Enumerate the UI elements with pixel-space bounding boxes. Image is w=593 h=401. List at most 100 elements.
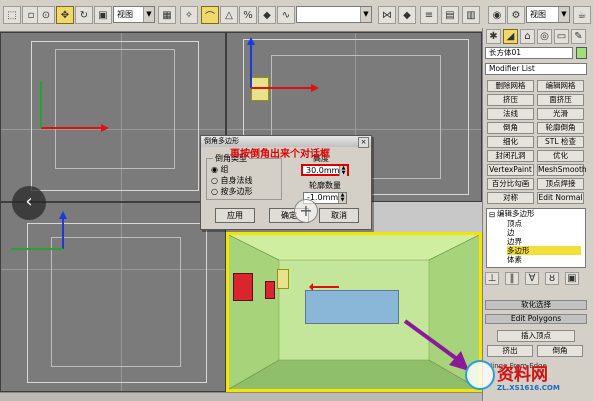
select-region-icon[interactable]: ⬚ bbox=[3, 6, 21, 24]
make-unique-icon[interactable]: ∀ bbox=[525, 272, 539, 285]
modifier-button[interactable]: STL 检查 bbox=[537, 136, 584, 148]
extrude-button[interactable]: 挤出 bbox=[487, 345, 533, 357]
transform-gizmo[interactable] bbox=[309, 275, 349, 299]
stack-item-border[interactable]: 边界 bbox=[507, 237, 581, 246]
pin-stack-icon[interactable]: ⊥ bbox=[485, 272, 499, 285]
modifier-button[interactable]: VertexPaint bbox=[487, 164, 534, 176]
remove-modifier-icon[interactable]: ȣ bbox=[545, 272, 559, 285]
soft-selection-rollout[interactable]: 软化选择 bbox=[485, 300, 587, 310]
angle-snap-icon[interactable]: △ bbox=[220, 6, 238, 24]
bevel-button[interactable]: 倒角 bbox=[537, 345, 583, 357]
modifier-stack[interactable]: ⊟ 编辑多边形 顶点 边 边界 多边形 体素 bbox=[486, 208, 586, 268]
transform-gizmo[interactable] bbox=[5, 209, 95, 279]
spinner-arrows-icon: ▲ ▼ bbox=[339, 166, 347, 176]
watermark-logo-icon bbox=[465, 360, 495, 390]
radio-icon: ○ bbox=[211, 187, 218, 196]
stack-top-item[interactable]: 编辑多边形 bbox=[497, 209, 581, 218]
viewport-left[interactable] bbox=[0, 202, 226, 392]
option-by-polygon-label: 按多边形 bbox=[220, 187, 253, 196]
schematic-view-icon[interactable]: ▥ bbox=[462, 6, 480, 24]
select-by-name-icon[interactable]: ⊙ bbox=[37, 6, 55, 24]
named-selection-icon[interactable]: ∿ bbox=[277, 6, 295, 24]
move-icon[interactable]: ✥ bbox=[56, 6, 74, 24]
edit-polygons-rollout[interactable]: Edit Polygons bbox=[485, 314, 587, 324]
spinner-snap-icon[interactable]: ◆ bbox=[258, 6, 276, 24]
height-spinner[interactable]: 30.0mm ▲ ▼ bbox=[301, 164, 349, 176]
modifier-button[interactable]: 对称 bbox=[487, 192, 534, 204]
motion-tab-icon[interactable]: ◎ bbox=[537, 29, 552, 44]
scale-icon[interactable]: ▣ bbox=[94, 6, 112, 24]
pivot-icon[interactable]: ▦ bbox=[158, 6, 176, 24]
modifier-button[interactable]: 细化 bbox=[487, 136, 534, 148]
status-strip bbox=[0, 392, 482, 401]
viewport-top[interactable] bbox=[0, 32, 226, 202]
object-name-field[interactable]: 长方体01 bbox=[485, 47, 573, 59]
watermark-brand: 资料网 bbox=[497, 365, 548, 385]
viewport-perspective[interactable] bbox=[226, 232, 482, 392]
height-value: 30.0mm bbox=[306, 166, 340, 175]
apply-button[interactable]: 应用 bbox=[215, 208, 255, 223]
reference-coordinate-dropdown[interactable]: 视图 ▼ bbox=[113, 6, 155, 23]
modifier-list-value: Modifier List bbox=[489, 64, 535, 73]
mirror-icon[interactable]: ⋈ bbox=[378, 6, 396, 24]
modifier-button[interactable]: Edit Normal bbox=[537, 192, 584, 204]
modifier-button[interactable]: 删除网格 bbox=[487, 80, 534, 92]
hierarchy-tab-icon[interactable]: ⌂ bbox=[520, 29, 535, 44]
modifier-button[interactable]: 顶点焊接 bbox=[537, 178, 584, 190]
modifier-button[interactable]: 优化 bbox=[537, 150, 584, 162]
stack-expand-icon[interactable]: ⊟ bbox=[489, 210, 495, 219]
render-view-dropdown[interactable]: 视图 ▼ bbox=[526, 6, 570, 23]
stack-item-element[interactable]: 体素 bbox=[507, 255, 581, 264]
show-end-result-icon[interactable]: ‖ bbox=[505, 272, 519, 285]
modifier-button[interactable]: 编辑网格 bbox=[537, 80, 584, 92]
curve-editor-icon[interactable]: ▤ bbox=[441, 6, 459, 24]
back-nav-button[interactable]: ‹ bbox=[12, 186, 46, 220]
option-local-normal-label: 自身法线 bbox=[220, 176, 253, 185]
watermark-url: ZL.XS1616.COM bbox=[497, 384, 560, 392]
selected-polygon-highlight[interactable] bbox=[277, 269, 289, 289]
modifier-button[interactable]: 轮廓倒角 bbox=[537, 122, 584, 134]
modifier-list-dropdown[interactable]: Modifier List bbox=[485, 63, 587, 75]
rotate-icon[interactable]: ↻ bbox=[75, 6, 93, 24]
chevron-down-icon: ▼ bbox=[558, 7, 569, 22]
insert-vertex-button[interactable]: 插入顶点 bbox=[497, 330, 575, 342]
radio-selected-icon: ◉ bbox=[211, 165, 218, 174]
stack-controls: ⊥ ‖ ∀ ȣ ▣ bbox=[485, 272, 587, 286]
transform-gizmo[interactable] bbox=[31, 73, 111, 143]
quick-render-icon[interactable]: ☕ bbox=[573, 6, 591, 24]
create-tab-icon[interactable]: ✱ bbox=[486, 29, 501, 44]
option-local-normal[interactable]: ○ 自身法线 bbox=[211, 175, 253, 186]
modify-tab-icon[interactable]: ◢ bbox=[503, 29, 518, 44]
render-setup-icon[interactable]: ⚙ bbox=[507, 6, 525, 24]
modifier-button[interactable]: 光滑 bbox=[537, 108, 584, 120]
named-selection-dropdown[interactable]: ▼ bbox=[296, 6, 372, 23]
close-icon[interactable]: × bbox=[358, 137, 369, 148]
stack-item-vertex[interactable]: 顶点 bbox=[507, 219, 581, 228]
display-tab-icon[interactable]: ▭ bbox=[554, 29, 569, 44]
stack-item-polygon[interactable]: 多边形 bbox=[507, 246, 581, 255]
modifier-button[interactable]: 倒角 bbox=[487, 122, 534, 134]
material-editor-icon[interactable]: ◉ bbox=[488, 6, 506, 24]
modifier-button[interactable]: 面挤压 bbox=[537, 94, 584, 106]
modifier-button[interactable]: 挤压 bbox=[487, 94, 534, 106]
snap-toggle-icon[interactable]: ⌒ bbox=[201, 6, 219, 24]
cursor-crosshair-icon: + bbox=[294, 199, 318, 223]
cancel-button[interactable]: 取消 bbox=[319, 208, 359, 223]
select-manipulate-icon[interactable]: ✧ bbox=[180, 6, 198, 24]
modifier-button[interactable]: MeshSmooth bbox=[537, 164, 587, 176]
modifier-button[interactable]: 法线 bbox=[487, 108, 534, 120]
render-view-value: 视图 bbox=[530, 10, 546, 19]
option-by-polygon[interactable]: ○ 按多边形 bbox=[211, 186, 253, 197]
modifier-button[interactable]: 封闭孔洞 bbox=[487, 150, 534, 162]
utilities-tab-icon[interactable]: ✎ bbox=[571, 29, 586, 44]
modifier-button[interactable]: 百分比勾画 bbox=[487, 178, 534, 190]
layer-manager-icon[interactable]: ≡ bbox=[420, 6, 438, 24]
percent-snap-icon[interactable]: % bbox=[239, 6, 257, 24]
chevron-down-icon: ▼ bbox=[143, 7, 154, 22]
object-color-swatch[interactable] bbox=[576, 47, 587, 59]
stack-item-edge[interactable]: 边 bbox=[507, 228, 581, 237]
align-icon[interactable]: ◆ bbox=[398, 6, 416, 24]
transform-gizmo[interactable] bbox=[241, 33, 331, 113]
configure-sets-icon[interactable]: ▣ bbox=[565, 272, 579, 285]
option-group[interactable]: ◉ 组 bbox=[211, 164, 229, 175]
